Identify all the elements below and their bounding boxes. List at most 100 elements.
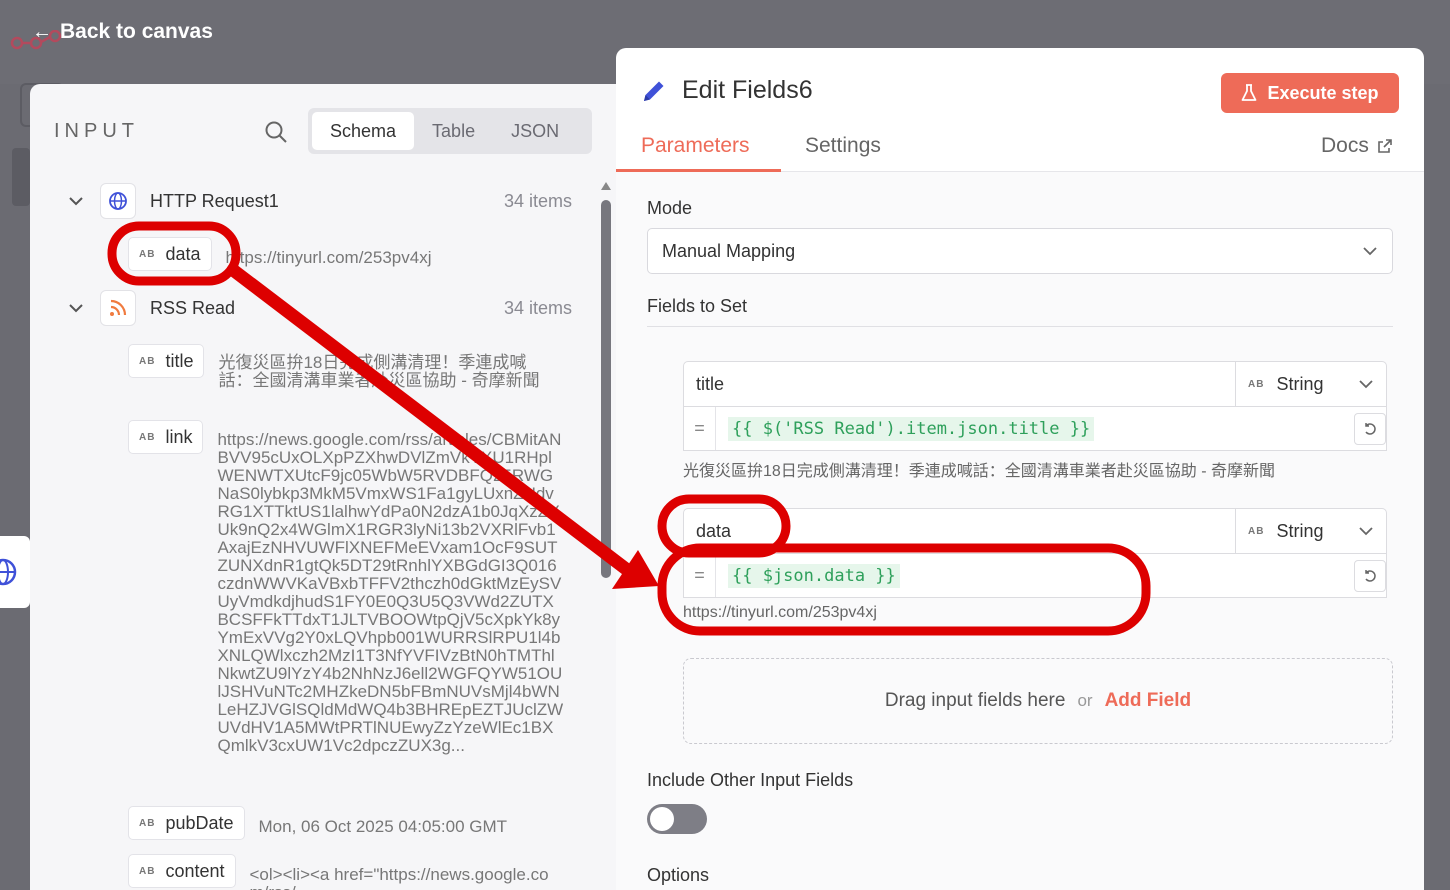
assignment-name-input[interactable]: title	[684, 362, 1236, 406]
schema-field: AB title 光復災區拚18日完成側溝清理！季連成喊話：全國清溝車業者赴災區…	[128, 344, 548, 390]
chevron-down-icon	[1359, 380, 1373, 389]
flask-icon	[1242, 84, 1257, 101]
tab-table[interactable]: Table	[414, 112, 493, 150]
toggle-knob	[650, 807, 674, 831]
back-label: Back to canvas	[60, 20, 213, 43]
field-pill-content[interactable]: AB content	[128, 854, 236, 888]
field-pill-link[interactable]: AB link	[128, 420, 204, 454]
string-type-icon: AB	[139, 817, 156, 829]
input-panel-title: INPUT	[54, 120, 139, 142]
chevron-down-icon[interactable]	[66, 303, 86, 313]
chevron-down-icon[interactable]	[66, 196, 86, 206]
field-value: Mon, 06 Oct 2025 04:05:00 GMT	[258, 817, 508, 836]
dropzone-or: or	[1077, 691, 1093, 710]
schema-field: AB data https://tinyurl.com/253pv4xj	[128, 237, 431, 271]
node-row-rss-read[interactable]: RSS Read 34 items	[66, 290, 572, 326]
scrollbar[interactable]	[600, 182, 612, 582]
schema-field: AB content <ol><li><a href="https://news…	[128, 854, 560, 890]
tab-schema[interactable]: Schema	[312, 112, 415, 150]
expression-text: {{ $('RSS Read').item.json.title }}	[728, 416, 1095, 441]
string-type-icon: AB	[139, 431, 156, 443]
expression-text: {{ $json.data }}	[728, 563, 900, 588]
expression-input[interactable]: {{ $json.data }}	[716, 554, 1348, 597]
assignment-name-input[interactable]: data	[684, 509, 1236, 553]
assignment-header: title AB String	[683, 361, 1387, 407]
add-field-button[interactable]: Add Field	[1105, 690, 1192, 712]
type-value: String	[1276, 373, 1324, 394]
field-pill-title[interactable]: AB title	[128, 344, 205, 378]
execute-step-button[interactable]: Execute step	[1221, 73, 1399, 113]
node-row-http-request[interactable]: HTTP Request1 34 items	[66, 183, 572, 219]
chevron-down-icon	[1359, 527, 1373, 536]
globe-icon	[100, 183, 136, 219]
assignment-data: data AB String = {{ $json.data }} https:…	[683, 508, 1387, 622]
arrow-left-icon: ←	[32, 20, 52, 43]
tab-settings[interactable]: Settings	[805, 134, 881, 158]
node-name: HTTP Request1	[150, 190, 279, 211]
scroll-up-icon[interactable]	[601, 182, 611, 190]
field-value: 光復災區拚18日完成側溝清理！季連成喊話：全國清溝車業者赴災區協助 - 奇摩新聞	[218, 353, 540, 390]
string-type-icon: AB	[139, 248, 156, 260]
scroll-thumb[interactable]	[601, 200, 611, 578]
type-select[interactable]: AB String	[1236, 362, 1386, 406]
string-type-icon: AB	[1248, 378, 1265, 390]
back-to-canvas-button[interactable]: ← Back to canvas	[32, 20, 213, 44]
equals-icon: =	[684, 407, 716, 450]
field-value: https://tinyurl.com/253pv4xj	[225, 248, 432, 267]
schema-field: AB pubDate Mon, 06 Oct 2025 04:05:00 GMT	[128, 806, 507, 840]
include-other-toggle[interactable]	[647, 804, 707, 834]
search-icon[interactable]	[264, 120, 288, 144]
panel-header: Edit Fields6 Execute step Parameters Set…	[616, 48, 1424, 172]
string-type-icon: AB	[1248, 525, 1265, 537]
chevron-down-icon	[1363, 247, 1377, 256]
canvas-sidebar-handle	[12, 148, 30, 206]
type-select[interactable]: AB String	[1236, 509, 1386, 553]
node-item-count: 34 items	[503, 190, 572, 211]
field-pill-pubdate[interactable]: AB pubDate	[128, 806, 245, 840]
assignment-header: data AB String	[683, 508, 1387, 554]
field-label: content	[165, 860, 225, 881]
canvas-node[interactable]	[0, 536, 30, 608]
panel-title-text: Edit Fields6	[682, 76, 813, 104]
string-type-icon: AB	[139, 865, 156, 877]
options-label: Options	[647, 865, 710, 885]
external-link-icon	[1378, 139, 1392, 153]
execute-step-label: Execute step	[1267, 82, 1379, 103]
node-name: RSS Read	[150, 297, 236, 318]
expression-input[interactable]: {{ $('RSS Read').item.json.title }}	[716, 407, 1348, 450]
panel-body: Mode Manual Mapping Fields to Set title …	[616, 172, 1424, 890]
tab-json[interactable]: JSON	[493, 112, 577, 150]
type-value: String	[1276, 520, 1324, 541]
panel-title: Edit Fields6	[640, 76, 813, 105]
field-label: pubDate	[165, 812, 234, 833]
node-item-count: 34 items	[503, 297, 572, 318]
schema-field: AB link https://news.google.com/rss/arti…	[128, 420, 563, 755]
equals-icon: =	[684, 554, 716, 597]
field-value: https://news.google.com/rss/articles/CBM…	[217, 431, 564, 755]
globe-icon	[0, 558, 17, 586]
tab-parameters[interactable]: Parameters	[641, 134, 750, 158]
field-label: title	[165, 350, 194, 371]
dropzone-text: Drag input fields here	[884, 690, 1066, 711]
view-switcher: Schema Table JSON	[308, 108, 592, 154]
docs-link[interactable]: Docs	[1321, 134, 1393, 158]
string-type-icon: AB	[139, 355, 156, 367]
reset-icon[interactable]	[1354, 559, 1386, 592]
mode-value: Manual Mapping	[662, 240, 796, 261]
field-value: <ol><li><a href="https://news.google.com…	[249, 865, 549, 890]
reset-icon[interactable]	[1354, 412, 1386, 445]
drop-zone[interactable]: Drag input fields here or Add Field	[683, 658, 1393, 744]
field-label: data	[165, 243, 201, 264]
assignment-value: = {{ $('RSS Read').item.json.title }}	[683, 407, 1387, 451]
input-panel: INPUT Schema Table JSON HTTP Request1 34…	[30, 84, 616, 890]
include-other-label: Include Other Input Fields	[647, 770, 854, 790]
pencil-icon	[644, 81, 664, 101]
mode-label: Mode	[647, 198, 693, 218]
mode-select[interactable]: Manual Mapping	[647, 228, 1393, 274]
rss-icon	[100, 290, 136, 326]
edit-fields-panel: Edit Fields6 Execute step Parameters Set…	[616, 48, 1424, 890]
fields-to-set-label: Fields to Set	[647, 296, 748, 316]
field-pill-data[interactable]: AB data	[128, 237, 212, 271]
assignment-title: title AB String = {{ $('RSS Read').item.…	[683, 361, 1387, 481]
expression-preview: https://tinyurl.com/253pv4xj	[683, 604, 877, 621]
